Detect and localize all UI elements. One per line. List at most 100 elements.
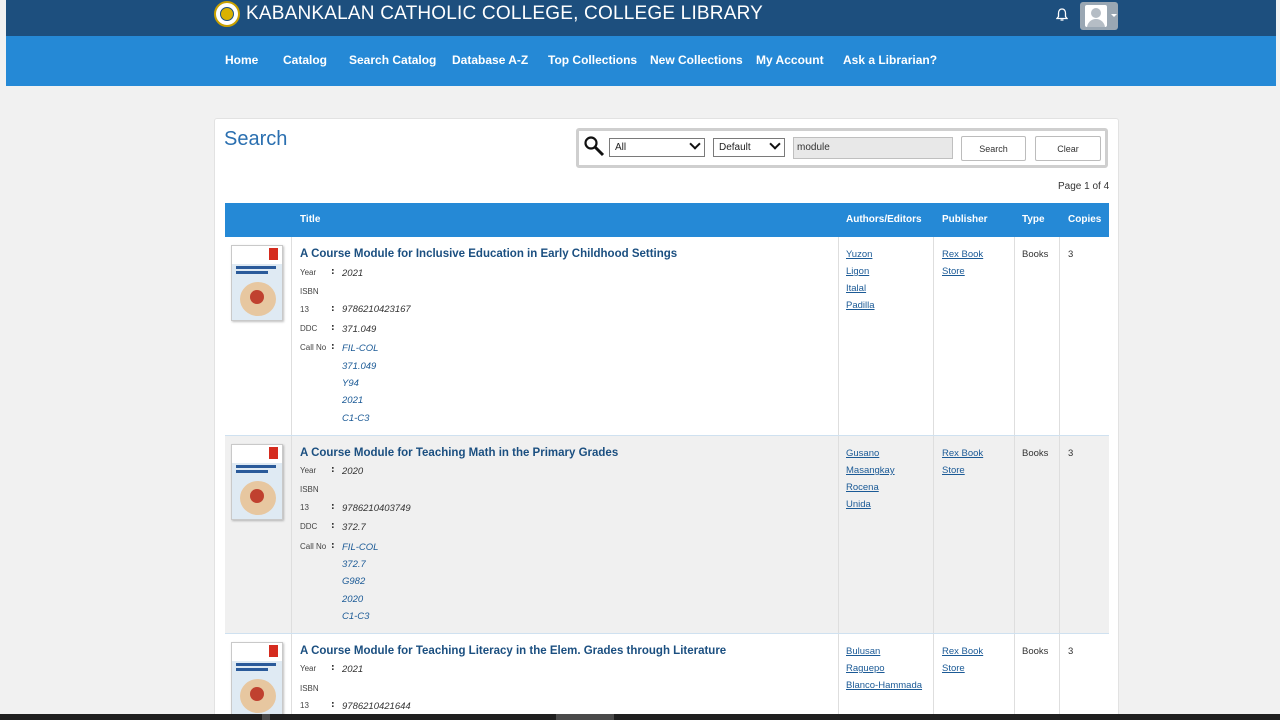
clear-button[interactable]: Clear [1035,136,1101,161]
app-title[interactable]: KABANKALAN CATHOLIC COLLEGE, COLLEGE LIB… [246,3,763,25]
chevron-down-icon [769,138,781,150]
nav-item-top-collections[interactable]: Top Collections [548,53,637,67]
author-link[interactable]: Gusano [846,448,879,459]
field-colon: : [331,541,335,551]
publisher-link[interactable]: Store [942,663,965,674]
author-link[interactable]: Raguepo [846,663,885,674]
field-value-year: 2021 [342,664,364,675]
field-label-isbn-13: 13 [300,503,309,512]
nav-item-search-catalog[interactable]: Search Catalog [349,53,436,67]
call-number-line[interactable]: FIL-COL [342,343,378,354]
author-link[interactable]: Italal [846,283,866,294]
nav-item-new-collections[interactable]: New Collections [650,53,743,67]
college-seal-icon[interactable] [214,1,240,27]
column-header-copies[interactable]: Copies [1068,214,1101,225]
table-row: A Course Module for Teaching Literacy in… [225,634,1109,714]
call-number-line[interactable]: C1-C3 [342,611,369,622]
copies-count: 3 [1068,448,1074,459]
user-avatar-icon[interactable] [1080,2,1118,30]
search-scope-value: All [615,142,627,153]
field-value-isbn: 9786210403749 [342,503,411,514]
field-label-ddc: DDC [300,324,318,333]
publisher-link[interactable]: Rex Book [942,646,983,657]
field-label-isbn: ISBN [300,684,319,693]
author-link[interactable]: Unida [846,499,871,510]
call-number-line[interactable]: 2021 [342,395,363,406]
call-number-line[interactable]: C1-C3 [342,413,369,424]
table-row: A Course Module for Teaching Math in the… [225,436,1109,634]
item-type: Books [1022,646,1049,657]
book-cover-image[interactable] [231,642,283,714]
column-header-type[interactable]: Type [1022,214,1045,225]
bell-icon[interactable] [1056,8,1068,22]
results-table-header: Title Authors/Editors Publisher Type Cop… [225,203,1109,237]
field-colon: : [331,342,335,352]
call-number-line[interactable]: 372.7 [342,559,366,570]
field-label-callno: Call No [300,343,327,352]
field-value-ddc: 371.049 [342,324,377,335]
chevron-down-icon [689,138,701,150]
book-title-link[interactable]: A Course Module for Teaching Literacy in… [300,645,726,657]
field-colon: : [331,521,335,531]
nav-item-my-account[interactable]: My Account [756,53,824,67]
author-link[interactable]: Bulusan [846,646,880,657]
field-value-ddc: 372.7 [342,522,366,533]
field-label-isbn-13: 13 [300,701,309,710]
copies-count: 3 [1068,646,1074,657]
call-number-line[interactable]: FIL-COL [342,542,378,553]
field-colon: : [331,323,335,333]
author-link[interactable]: Blanco-Hammada [846,680,922,691]
call-number-line[interactable]: Y94 [342,378,359,389]
pagination-info: Page 1 of 4 [1058,181,1110,192]
author-link[interactable]: Masangkay [846,465,895,476]
search-button[interactable]: Search [961,136,1026,161]
nav-item-home[interactable]: Home [225,53,258,67]
field-label-isbn-13: 13 [300,305,309,314]
field-label-isbn: ISBN [300,485,319,494]
nav-item-database-a-z[interactable]: Database A-Z [452,53,528,67]
field-value-isbn: 9786210423167 [342,304,411,315]
nav-item-catalog[interactable]: Catalog [283,53,327,67]
publisher-link[interactable]: Rex Book [942,249,983,260]
field-colon: : [331,700,335,710]
field-colon: : [331,663,335,673]
author-link[interactable]: Rocena [846,482,879,493]
search-input[interactable]: module [793,137,953,159]
book-title-link[interactable]: A Course Module for Inclusive Education … [300,248,677,260]
call-number-line[interactable]: G982 [342,576,365,587]
column-header-authors[interactable]: Authors/Editors [846,214,922,225]
field-colon: : [331,502,335,512]
field-colon: : [331,304,335,314]
item-type: Books [1022,249,1049,260]
field-value-isbn: 9786210421644 [342,701,411,712]
field-value-year: 2020 [342,466,364,477]
chevron-down-icon [1111,14,1117,17]
author-link[interactable]: Padilla [846,300,875,311]
call-number-line[interactable]: 371.049 [342,361,376,372]
nav-item-ask-librarian[interactable]: Ask a Librarian? [843,53,937,67]
publisher-link[interactable]: Store [942,266,965,277]
field-label-ddc: DDC [300,522,318,531]
main-navbar: Home Catalog Search Catalog Database A-Z… [6,36,1276,86]
table-row: A Course Module for Inclusive Education … [225,237,1109,436]
field-label-isbn: ISBN [300,287,319,296]
field-label-year: Year [300,664,317,673]
book-title-link[interactable]: A Course Module for Teaching Math in the… [300,447,618,459]
sort-select[interactable]: Default [713,138,785,157]
publisher-link[interactable]: Rex Book [942,448,983,459]
copies-count: 3 [1068,249,1074,260]
call-number-line[interactable]: 2020 [342,594,363,605]
column-header-title[interactable]: Title [300,214,320,225]
author-link[interactable]: Yuzon [846,249,872,260]
search-scope-select[interactable]: All [609,138,705,157]
book-cover-image[interactable] [231,245,283,321]
sort-value: Default [719,142,751,153]
field-label-year: Year [300,268,317,277]
field-colon: : [331,465,335,475]
book-cover-image[interactable] [231,444,283,520]
column-header-publisher[interactable]: Publisher [942,214,988,225]
field-label-year: Year [300,466,317,475]
author-link[interactable]: Ligon [846,266,869,277]
field-value-year: 2021 [342,268,364,279]
publisher-link[interactable]: Store [942,465,965,476]
